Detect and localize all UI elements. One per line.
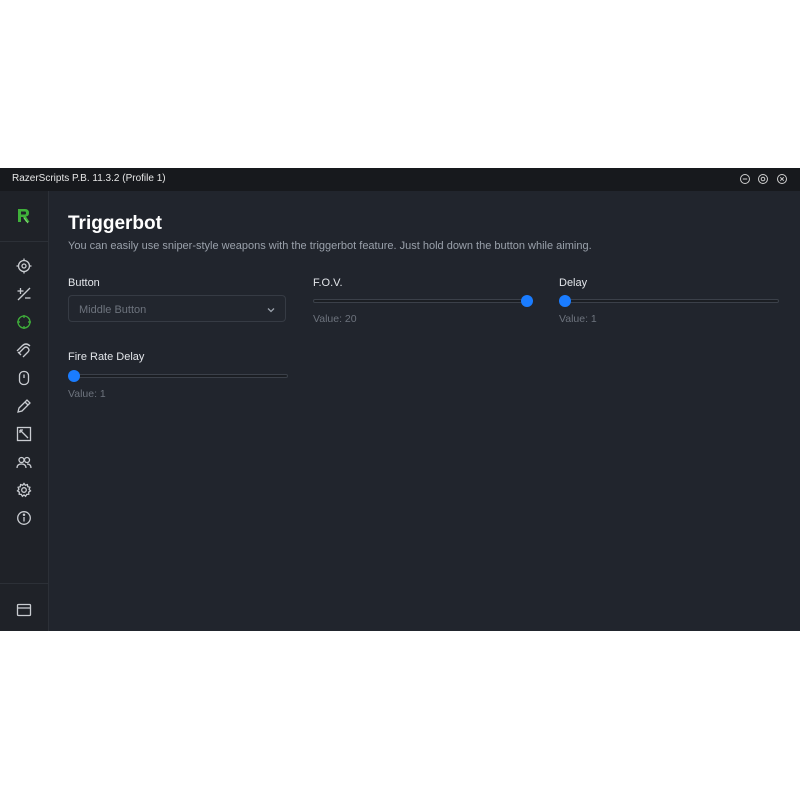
fov-value: Value: 20 bbox=[313, 313, 357, 325]
delay-slider-thumb[interactable] bbox=[559, 295, 571, 307]
resize-window-icon[interactable] bbox=[16, 426, 32, 442]
window-title: RazerScripts P.B. 11.3.2 (Profile 1) bbox=[12, 173, 166, 184]
gear-icon[interactable] bbox=[16, 482, 32, 498]
triggerbot-target-icon[interactable] bbox=[16, 314, 32, 330]
sidebar-logo bbox=[0, 191, 48, 242]
fire-rate-delay-slider-thumb[interactable] bbox=[68, 370, 80, 382]
maximize-icon[interactable] bbox=[757, 173, 769, 185]
razerscripts-logo-icon bbox=[18, 209, 30, 224]
mouse-icon[interactable] bbox=[16, 370, 32, 386]
delay-slider-track bbox=[559, 299, 779, 303]
sidebar bbox=[0, 191, 49, 631]
button-label: Button bbox=[68, 277, 100, 289]
button-select-value: Middle Button bbox=[79, 304, 147, 316]
fire-rate-delay-label: Fire Rate Delay bbox=[68, 351, 145, 363]
fov-slider-thumb[interactable] bbox=[521, 295, 533, 307]
sidebar-bottom bbox=[0, 583, 48, 632]
chevron-down-icon bbox=[266, 305, 276, 315]
delay-label: Delay bbox=[559, 277, 588, 289]
page-description: You can easily use sniper-style weapons … bbox=[68, 240, 592, 252]
page-title: Triggerbot bbox=[68, 213, 162, 234]
plus-minus-icon[interactable] bbox=[16, 286, 32, 302]
fov-slider-track bbox=[313, 299, 533, 303]
close-icon[interactable] bbox=[776, 173, 788, 185]
fov-slider[interactable] bbox=[313, 295, 533, 307]
delay-slider[interactable] bbox=[559, 295, 779, 307]
button-select[interactable]: Middle Button bbox=[68, 295, 286, 322]
fire-rate-delay-slider-track bbox=[68, 374, 288, 378]
users-icon[interactable] bbox=[16, 454, 32, 470]
delay-value: Value: 1 bbox=[559, 313, 597, 325]
title-bar: RazerScripts P.B. 11.3.2 (Profile 1) bbox=[0, 168, 800, 191]
fov-label: F.O.V. bbox=[313, 277, 343, 289]
fire-rate-delay-slider[interactable] bbox=[68, 370, 288, 382]
info-icon[interactable] bbox=[16, 510, 32, 526]
magnet-icon[interactable] bbox=[16, 342, 32, 358]
window-icon[interactable] bbox=[16, 602, 32, 618]
crosshair-icon[interactable] bbox=[16, 258, 32, 274]
app-window: RazerScripts P.B. 11.3.2 (Profile 1) Tri… bbox=[0, 168, 800, 631]
minimize-icon[interactable] bbox=[739, 173, 751, 185]
fire-rate-delay-value: Value: 1 bbox=[68, 388, 106, 400]
pen-icon[interactable] bbox=[16, 398, 32, 414]
